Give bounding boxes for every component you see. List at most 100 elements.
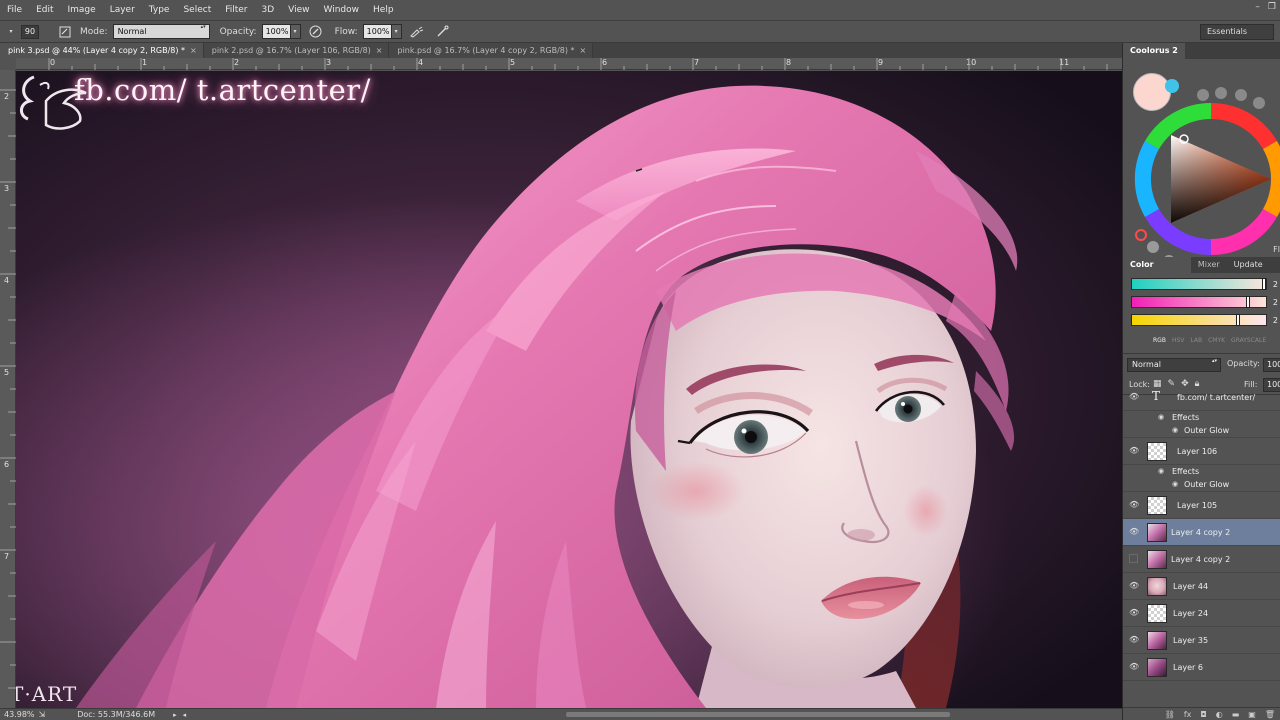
menu-help[interactable]: Help: [366, 5, 401, 15]
layer-row-hidden[interactable]: Layer 4 copy 2: [1123, 546, 1280, 573]
mode-rgb[interactable]: RGB: [1153, 337, 1166, 344]
tab-pink-3[interactable]: pink 3.psd @ 44% (Layer 4 copy 2, RGB/8)…: [0, 43, 204, 58]
visibility-eye-icon[interactable]: 👁︎: [1129, 636, 1139, 644]
layer-effects-row[interactable]: ◉ Effects: [1123, 465, 1280, 478]
layer-thumbnail: [1147, 604, 1167, 623]
visibility-eye-icon[interactable]: 👁︎: [1129, 582, 1139, 590]
new-group-icon[interactable]: ▬: [1232, 710, 1240, 719]
layer-row[interactable]: 👁︎ Layer 106: [1123, 438, 1280, 465]
slider-handle[interactable]: [1246, 296, 1250, 308]
painting-artwork: [16, 71, 1122, 708]
layer-style-fx-icon[interactable]: fx: [1184, 710, 1192, 719]
menu-layer[interactable]: Layer: [103, 5, 142, 15]
airbrush-icon[interactable]: [409, 25, 424, 39]
workspace-switcher[interactable]: Essentials: [1200, 24, 1274, 40]
minimize-button[interactable]: –: [1255, 2, 1260, 12]
tab-label: pink 2.psd @ 16.7% (Layer 106, RGB/8): [211, 46, 371, 55]
mode-lab[interactable]: LAB: [1190, 337, 1202, 344]
flow-slider-arrow[interactable]: ▾: [391, 24, 402, 39]
close-tab-icon[interactable]: ×: [190, 46, 197, 55]
add-mask-icon[interactable]: ◘: [1200, 710, 1206, 719]
mode-dropdown[interactable]: Normal: [112, 24, 210, 39]
horizontal-ruler: 0 1 2 3 4 5 6 7 8 9 10 11: [16, 58, 1122, 70]
layer-row[interactable]: 👁︎ Layer 105: [1123, 492, 1280, 519]
opacity-label: Opacity:: [219, 26, 257, 37]
right-panel-dock: Coolorus 2 Fl Color Mixer Update 2 2 2 R…: [1122, 43, 1280, 720]
mode-cmyk[interactable]: CMYK: [1208, 337, 1225, 344]
menu-filter[interactable]: Filter: [218, 5, 254, 15]
red-slider[interactable]: [1131, 278, 1267, 290]
tab-pink-2[interactable]: pink 2.psd @ 16.7% (Layer 106, RGB/8) ×: [203, 43, 390, 58]
restore-button[interactable]: ❐: [1268, 2, 1276, 12]
layer-opacity-field[interactable]: 100: [1263, 358, 1280, 372]
visibility-eye-icon[interactable]: 👁︎: [1129, 393, 1139, 401]
visibility-eye-icon[interactable]: 👁︎: [1129, 447, 1139, 455]
close-tab-icon[interactable]: ×: [580, 46, 587, 55]
effects-eye-icon[interactable]: ◉: [1158, 467, 1164, 475]
tab-coolorus[interactable]: Coolorus 2: [1123, 43, 1185, 59]
layer-effect-row[interactable]: ◉ Outer Glow: [1123, 424, 1280, 438]
opacity-field[interactable]: 100%: [261, 24, 291, 39]
zoom-level[interactable]: 43.98%: [4, 710, 35, 719]
horizontal-scrollbar[interactable]: [566, 712, 950, 717]
photoshop-window: File Edit Image Layer Type Select Filter…: [0, 0, 1280, 720]
color-wheel[interactable]: [1123, 59, 1280, 257]
mode-grayscale[interactable]: GRAYSCALE: [1231, 337, 1266, 344]
slider-handle[interactable]: [1262, 278, 1266, 290]
effect-eye-icon[interactable]: ◉: [1172, 426, 1178, 434]
new-layer-icon[interactable]: ▣: [1248, 710, 1256, 719]
visibility-eye-icon[interactable]: 👁︎: [1129, 663, 1139, 671]
layer-row[interactable]: 👁︎ Layer 24: [1123, 600, 1280, 627]
brush-preset-picker[interactable]: ▾ 90: [4, 24, 44, 40]
pressure-opacity-icon[interactable]: [309, 25, 323, 39]
layer-opacity-label: Opacity:: [1227, 359, 1260, 368]
green-value: 2: [1272, 298, 1278, 307]
menu-type[interactable]: Type: [142, 5, 177, 15]
visibility-eye-icon[interactable]: 👁︎: [1129, 609, 1139, 617]
visibility-eye-icon[interactable]: 👁︎: [1129, 501, 1139, 509]
brush-panel-toggle-icon[interactable]: [58, 25, 72, 39]
delete-layer-icon[interactable]: 🗑︎: [1265, 710, 1275, 719]
layer-row[interactable]: 👁︎ Layer 44: [1123, 573, 1280, 600]
update-colors-button[interactable]: Update Co: [1227, 257, 1280, 285]
scroll-left-arrow-icon[interactable]: ◂: [183, 711, 187, 719]
menu-select[interactable]: Select: [176, 5, 218, 15]
layer-row-text[interactable]: 👁︎ T fb.com/ t.artcenter/: [1123, 384, 1280, 411]
opacity-slider-arrow[interactable]: ▾: [290, 24, 301, 39]
link-layers-icon[interactable]: ⛓︎: [1165, 710, 1175, 719]
layer-row[interactable]: 👁︎ Layer 6: [1123, 654, 1280, 681]
export-icon[interactable]: ⇲: [39, 710, 46, 719]
mode-hsv[interactable]: HSV: [1172, 337, 1184, 344]
adjustment-layer-icon[interactable]: ◐: [1216, 710, 1223, 719]
visibility-off-box[interactable]: [1129, 554, 1138, 563]
menu-file[interactable]: File: [0, 5, 29, 15]
layer-row-selected[interactable]: 👁︎ Layer 4 copy 2: [1123, 519, 1280, 546]
effects-eye-icon[interactable]: ◉: [1158, 413, 1164, 421]
tab-pink[interactable]: pink.psd @ 16.7% (Layer 4 copy 2, RGB/8)…: [389, 43, 594, 58]
tab-mixer[interactable]: Mixer: [1191, 257, 1227, 273]
layer-row[interactable]: 👁︎ Layer 35: [1123, 627, 1280, 654]
menu-3d[interactable]: 3D: [255, 5, 282, 15]
close-tab-icon[interactable]: ×: [376, 46, 383, 55]
red-value: 2: [1272, 280, 1278, 289]
menu-edit[interactable]: Edit: [29, 5, 60, 15]
tab-color-sliders[interactable]: Color Sliders: [1123, 257, 1191, 285]
document-canvas[interactable]: fb.com/ t.artcenter/ T·ART: [16, 71, 1122, 708]
layer-effect-row[interactable]: ◉ Outer Glow: [1123, 478, 1280, 492]
layer-effects-row[interactable]: ◉ Effects: [1123, 411, 1280, 424]
menu-view[interactable]: View: [281, 5, 316, 15]
mode-label: Mode:: [80, 26, 108, 37]
flow-field[interactable]: 100%: [362, 24, 392, 39]
blue-slider[interactable]: [1131, 314, 1267, 326]
slider-handle[interactable]: [1236, 314, 1240, 326]
layers-list: 👁︎ T fb.com/ t.artcenter/ ◉ Effects ◉ Ou…: [1123, 384, 1280, 683]
layer-blend-mode-dropdown[interactable]: Normal: [1127, 358, 1221, 372]
pressure-size-icon[interactable]: [436, 25, 450, 39]
visibility-eye-icon[interactable]: 👁︎: [1129, 528, 1139, 536]
effect-eye-icon[interactable]: ◉: [1172, 480, 1178, 488]
layer-name: Layer 35: [1173, 636, 1209, 645]
status-menu-arrow-icon[interactable]: ▸: [173, 711, 177, 719]
green-slider[interactable]: [1131, 296, 1267, 308]
menu-window[interactable]: Window: [317, 5, 367, 15]
menu-image[interactable]: Image: [61, 5, 103, 15]
